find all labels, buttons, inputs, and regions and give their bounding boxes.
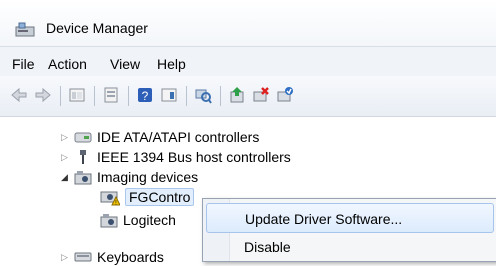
menu-item-update-driver[interactable]: Update Driver Software... [206,203,494,233]
uninstall-icon[interactable] [252,86,270,104]
camera-warning-icon: ! [100,191,120,206]
tree-item-ieee1394[interactable]: IEEE 1394 Bus host controllers [74,148,291,166]
scan-hardware-icon[interactable] [194,86,212,104]
toolbar-separator [186,86,187,106]
help-icon[interactable]: ? [136,86,154,104]
menu-item-disable[interactable]: Disable [206,232,492,260]
menu-file[interactable]: File [12,56,35,72]
menu-view[interactable]: View [110,56,140,72]
svg-text:?: ? [142,89,149,103]
toolbar-separator [128,86,129,106]
menu-help[interactable]: Help [157,56,186,72]
action-pane-icon[interactable] [160,86,178,104]
collapse-arrow-icon[interactable]: ◢ [61,172,68,183]
back-icon[interactable] [10,86,28,104]
context-menu: Update Driver Software... Disable [202,198,496,262]
keyboard-icon [74,252,92,262]
forward-icon[interactable] [34,86,52,104]
menu-action[interactable]: Action [48,56,87,72]
menu-bar: File Action View Help [0,46,496,77]
camera-icon [100,214,118,228]
device-manager-icon [15,22,35,37]
title-bar: Device Manager [0,0,496,46]
tree-item-ide-controllers[interactable]: IDE ATA/ATAPI controllers [74,128,259,146]
expand-arrow-icon[interactable]: ▷ [61,252,68,263]
toolbar-separator [94,86,95,106]
drive-controller-icon [74,132,92,143]
camera-icon [74,171,92,185]
tree-item-fgcontrol[interactable]: ! FGContro [100,188,195,206]
toolbar-separator [60,86,61,106]
show-hide-tree-icon[interactable] [68,86,86,104]
tree-item-keyboards[interactable]: Keyboards [74,248,164,266]
toolbar: ? [0,76,496,117]
window-title: Device Manager [46,20,148,36]
expand-arrow-icon[interactable]: ▷ [61,152,68,163]
expand-arrow-icon[interactable]: ▷ [61,132,68,143]
properties-icon[interactable] [102,86,120,104]
device-manager-window: Device Manager File Action View Help ? ▷… [0,0,496,265]
toolbar-separator [220,86,221,106]
tree-item-logitech[interactable]: Logitech [100,211,176,229]
ieee1394-icon [80,150,86,164]
tree-item-imaging-devices[interactable]: Imaging devices [74,168,198,186]
update-driver-icon[interactable] [228,86,246,104]
enable-device-icon[interactable] [276,86,294,104]
